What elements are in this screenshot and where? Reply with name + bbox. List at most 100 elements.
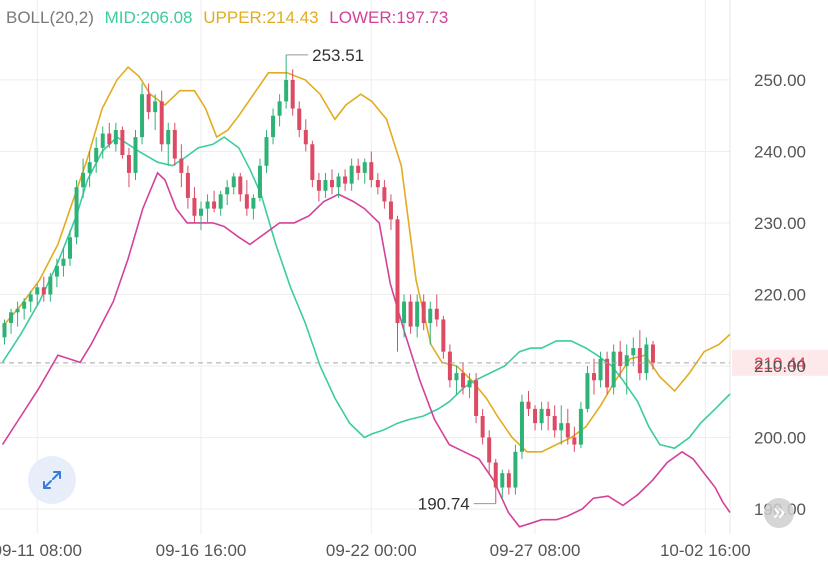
scroll-right-button[interactable] xyxy=(764,498,794,528)
candle-body xyxy=(546,408,551,417)
y-tick-label: 200.00 xyxy=(754,428,806,447)
candle-body xyxy=(244,194,249,209)
candle-body xyxy=(107,133,112,145)
x-tick-label: 09-11 08:00 xyxy=(0,541,82,560)
candle-body xyxy=(402,301,407,324)
low-marker-label: 190.74 xyxy=(418,495,470,514)
candle-body xyxy=(585,373,590,409)
x-tick-label: 09-16 16:00 xyxy=(156,541,247,560)
candle-body xyxy=(539,408,544,424)
y-tick-label: 240.00 xyxy=(754,142,806,161)
candle-body xyxy=(513,451,518,488)
candle-body xyxy=(526,401,531,409)
expand-arrows-icon xyxy=(43,471,61,489)
candle-body xyxy=(559,423,564,431)
candle-body xyxy=(330,180,334,188)
candle-body xyxy=(461,373,465,388)
candle-body xyxy=(650,344,655,363)
candle-body xyxy=(100,133,105,148)
candle-body xyxy=(637,348,642,374)
candle-body xyxy=(310,144,315,181)
candle-body xyxy=(375,180,380,188)
candle-body xyxy=(618,351,623,366)
extreme-markers: 253.51 190.74 xyxy=(286,46,496,514)
candle-body xyxy=(113,129,118,145)
candlestick-chart[interactable]: 210.44 253.51 190.74 250.00 240.00 230.00 22… xyxy=(0,0,828,562)
boll-upper-value: UPPER:214.43 xyxy=(203,8,319,27)
candle-body xyxy=(41,287,46,295)
candle-body xyxy=(408,301,413,327)
candles xyxy=(2,54,655,504)
candle-body xyxy=(631,348,636,356)
candle-body xyxy=(578,408,583,445)
candle-body xyxy=(257,165,262,198)
candle-body xyxy=(87,162,92,173)
candle-body xyxy=(598,358,603,381)
candle-body xyxy=(624,355,629,366)
y-tick-label: 220.00 xyxy=(754,285,806,304)
candle-body xyxy=(2,323,7,338)
candle-body xyxy=(415,301,420,327)
current-price-line: 210.44 xyxy=(0,349,828,376)
boll-lower-value: LOWER:197.73 xyxy=(329,8,449,27)
x-tick-label: 10-02 16:00 xyxy=(660,541,751,560)
candle-body xyxy=(533,408,538,424)
candle-body xyxy=(192,197,197,216)
candle-body xyxy=(290,79,295,109)
candle-body xyxy=(159,101,164,145)
candle-body xyxy=(447,351,452,381)
candle-body xyxy=(572,437,577,445)
candle-body xyxy=(421,301,426,324)
candle-body xyxy=(284,79,289,102)
candle-body xyxy=(120,129,125,156)
candle-body xyxy=(9,312,14,324)
chevron-right-icon xyxy=(774,508,785,518)
y-tick-label: 230.00 xyxy=(754,214,806,233)
candle-body xyxy=(35,287,40,295)
candle-body xyxy=(126,155,131,173)
candle-body xyxy=(480,416,485,438)
candle-body xyxy=(179,158,184,173)
candle-body xyxy=(15,308,20,313)
candle-body xyxy=(644,344,649,374)
candle-body xyxy=(487,437,492,463)
candle-body xyxy=(251,197,256,209)
candle-body xyxy=(264,137,269,166)
candle-body xyxy=(592,373,596,381)
candle-body xyxy=(140,94,145,138)
candle-body xyxy=(362,162,367,173)
candle-body xyxy=(199,208,203,216)
candle-body xyxy=(277,101,282,116)
expand-button[interactable] xyxy=(28,456,76,504)
boll-mid-line xyxy=(1,136,731,450)
chart-canvas[interactable]: 210.44 253.51 190.74 250.00 240.00 230.00 22… xyxy=(0,0,828,562)
x-tick-label: 09-22 00:00 xyxy=(326,541,417,560)
candle-body xyxy=(231,176,236,188)
candle-body xyxy=(323,180,328,191)
candle-body xyxy=(474,380,479,417)
boll-legend: BOLL(20,2) MID:206.08 UPPER:214.43 LOWER… xyxy=(6,8,454,28)
candle-body xyxy=(185,172,190,198)
candle-body xyxy=(146,94,151,113)
candle-body xyxy=(205,201,210,209)
candle-body xyxy=(48,276,53,295)
candle-body xyxy=(434,308,439,320)
candle-body xyxy=(303,129,308,145)
candle-body xyxy=(467,380,472,388)
candle-body xyxy=(611,351,616,388)
candle-body xyxy=(54,265,59,277)
x-tick-label: 09-27 08:00 xyxy=(490,541,581,560)
candle-body xyxy=(68,237,72,259)
boll-mid-value: MID:206.08 xyxy=(104,8,193,27)
candle-body xyxy=(395,219,400,324)
candle-body xyxy=(238,176,243,195)
candle-body xyxy=(271,115,276,138)
candle-body xyxy=(172,129,177,159)
candle-body xyxy=(441,319,446,352)
candle-body xyxy=(212,201,217,209)
candle-body xyxy=(428,308,433,324)
candle-body xyxy=(22,301,27,309)
boll-upper-line xyxy=(1,65,731,453)
candle-body xyxy=(382,187,387,202)
candle-body xyxy=(61,258,66,266)
